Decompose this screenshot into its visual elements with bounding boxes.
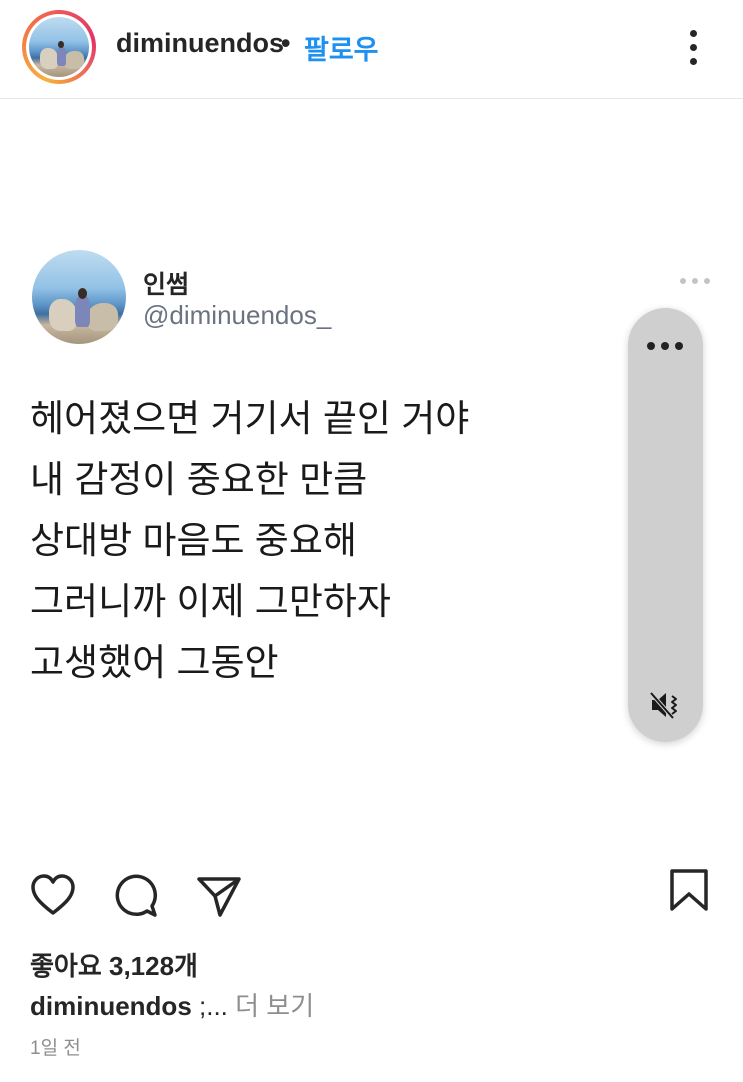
more-options-icon[interactable]	[684, 28, 704, 68]
caption: diminuendos ;... 더 보기	[30, 986, 314, 1023]
tweet-line: 그러니까 이제 그만하자	[30, 581, 391, 622]
heart-icon[interactable]	[30, 873, 76, 917]
tweet-line: 상대방 마음도 중요해	[30, 520, 357, 561]
tweet-avatar	[32, 250, 126, 344]
post-header: diminuendos • 팔로우	[0, 0, 743, 99]
mute-icon[interactable]	[649, 688, 683, 722]
tweet-text: 헤어졌으면 거기서 끝인 거야 내 감정이 중요한 만큼 상대방 마음도 중요해…	[30, 388, 469, 693]
tweet-line: 헤어졌으면 거기서 끝인 거야	[30, 398, 470, 439]
save-icon[interactable]	[668, 868, 710, 912]
comment-icon[interactable]	[113, 873, 159, 919]
header-avatar[interactable]	[29, 17, 89, 77]
caption-text: ;...	[191, 991, 228, 1021]
more-link[interactable]: 더 보기	[228, 991, 314, 1021]
media-control-panel	[628, 308, 703, 742]
likes-count[interactable]: 좋아요 3,128개	[30, 946, 198, 983]
separator-dot: •	[281, 28, 291, 58]
panel-more-icon[interactable]	[647, 342, 685, 350]
header-username[interactable]: diminuendos	[116, 28, 284, 59]
caption-username[interactable]: diminuendos	[30, 991, 192, 1021]
share-icon[interactable]	[196, 874, 242, 918]
tweet-line: 내 감정이 중요한 만큼	[30, 459, 368, 500]
follow-button[interactable]: 팔로우	[304, 28, 379, 67]
tweet-display-name: 인썸	[143, 271, 190, 299]
post-timestamp: 1일 전	[30, 1038, 81, 1059]
tweet-more-icon	[680, 278, 710, 286]
tweet-handle: @diminuendos_	[143, 300, 332, 330]
tweet-line: 고생했어 그동안	[30, 642, 279, 683]
